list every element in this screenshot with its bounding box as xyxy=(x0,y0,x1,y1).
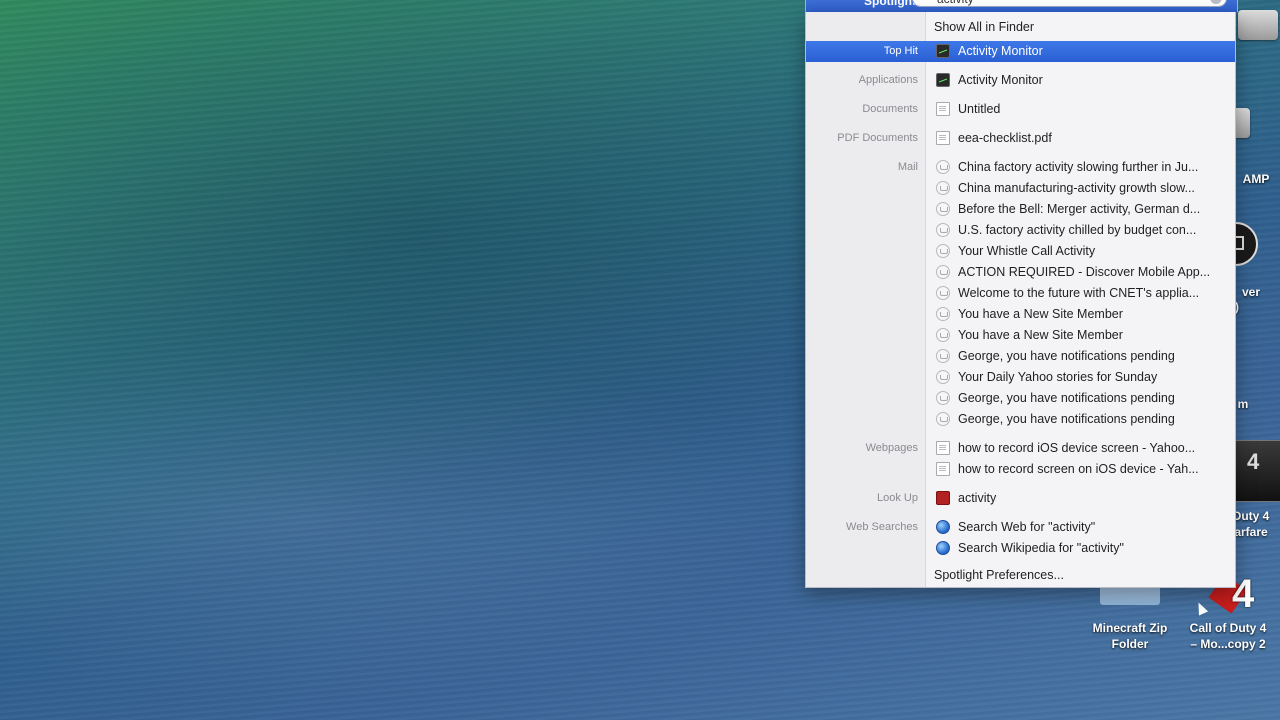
desktop-label-minecraft-2: Folder xyxy=(1111,637,1149,651)
activity-monitor-icon xyxy=(936,73,950,87)
category-top-hit: Top Hit xyxy=(883,45,918,57)
result-mail[interactable]: Welcome to the future with CNET's applia… xyxy=(806,283,1235,304)
result-mail[interactable]: ACTION REQUIRED - Discover Mobile App... xyxy=(806,262,1235,283)
category-documents: Documents xyxy=(862,103,918,115)
result-label: how to record screen on iOS device - Yah… xyxy=(958,462,1199,476)
webpage-icon xyxy=(936,462,950,476)
result-label: Activity Monitor xyxy=(958,44,1043,58)
category-look-up: Look Up xyxy=(877,492,918,504)
result-mail[interactable]: You have a New Site Member xyxy=(806,304,1235,325)
result-label: Before the Bell: Merger activity, German… xyxy=(958,202,1201,216)
desktop-label-cod-copy-1: Call of Duty 4 xyxy=(1189,621,1267,635)
result-mail[interactable]: Your Daily Yahoo stories for Sunday xyxy=(806,367,1235,388)
mail-icon xyxy=(936,160,950,174)
category-applications: Applications xyxy=(858,74,918,86)
mail-icon xyxy=(936,412,950,426)
category-web-searches: Web Searches xyxy=(846,521,918,533)
mail-icon xyxy=(936,370,950,384)
result-mail[interactable]: George, you have notifications pending xyxy=(806,409,1235,430)
pdf-icon xyxy=(936,131,950,145)
mail-icon xyxy=(936,244,950,258)
result-document[interactable]: Documents Untitled xyxy=(806,99,1235,120)
result-mail[interactable]: Your Whistle Call Activity xyxy=(806,241,1235,262)
result-label: Search Wikipedia for "activity" xyxy=(958,541,1124,555)
result-label: ACTION REQUIRED - Discover Mobile App... xyxy=(958,265,1211,279)
result-mail[interactable]: You have a New Site Member xyxy=(806,325,1235,346)
result-lookup[interactable]: Look Up activity xyxy=(806,488,1235,509)
show-all-label: Show All in Finder xyxy=(934,20,1035,34)
result-label: Activity Monitor xyxy=(958,73,1043,87)
preferences-label: Spotlight Preferences... xyxy=(934,568,1064,582)
result-mail[interactable]: George, you have notifications pending xyxy=(806,388,1235,409)
result-label: Search Web for "activity" xyxy=(958,520,1096,534)
result-webpage[interactable]: Webpages how to record iOS device screen… xyxy=(806,438,1235,459)
result-mail[interactable]: Before the Bell: Merger activity, German… xyxy=(806,199,1235,220)
category-webpages: Webpages xyxy=(865,442,918,454)
category-mail: Mail xyxy=(897,161,918,173)
category-pdf-documents: PDF Documents xyxy=(837,132,918,144)
mail-icon xyxy=(936,181,950,195)
mouse-cursor-icon xyxy=(1193,600,1209,616)
globe-icon xyxy=(936,520,950,534)
result-label: Your Daily Yahoo stories for Sunday xyxy=(958,370,1158,384)
result-webpage[interactable]: how to record screen on iOS device - Yah… xyxy=(806,459,1235,480)
spotlight-query: activity xyxy=(937,0,974,6)
result-mail[interactable]: Mail China factory activity slowing furt… xyxy=(806,157,1235,178)
result-label: China manufacturing-activity growth slow… xyxy=(958,181,1195,195)
mail-icon xyxy=(936,286,950,300)
result-mail[interactable]: George, you have notifications pending xyxy=(806,346,1235,367)
show-all-in-finder[interactable]: Show All in Finder xyxy=(806,17,1235,38)
mail-icon xyxy=(936,349,950,363)
document-icon xyxy=(936,102,950,116)
result-label: Welcome to the future with CNET's applia… xyxy=(958,286,1200,300)
result-application[interactable]: Applications Activity Monitor xyxy=(806,70,1235,91)
result-label: how to record iOS device screen - Yahoo.… xyxy=(958,441,1196,455)
result-web-search[interactable]: Search Wikipedia for "activity" xyxy=(806,538,1235,559)
result-mail[interactable]: U.S. factory activity chilled by budget … xyxy=(806,220,1235,241)
activity-monitor-icon xyxy=(936,44,950,58)
dictionary-icon xyxy=(936,491,950,505)
hard-drive-icon[interactable] xyxy=(1238,10,1278,40)
result-label: George, you have notifications pending xyxy=(958,412,1175,426)
desktop-label-server: ver xyxy=(1241,285,1261,299)
desktop-label-m: m xyxy=(1237,397,1249,411)
result-label: George, you have notifications pending xyxy=(958,391,1175,405)
spotlight-header: Spotlight activity xyxy=(805,0,1238,12)
result-web-search[interactable]: Web Searches Search Web for "activity" xyxy=(806,517,1235,538)
result-label: U.S. factory activity chilled by budget … xyxy=(958,223,1197,237)
spotlight-label: Spotlight xyxy=(864,0,916,8)
spotlight-search-field[interactable]: activity xyxy=(912,0,1227,7)
globe-icon xyxy=(936,541,950,555)
result-label: George, you have notifications pending xyxy=(958,349,1175,363)
result-label: Your Whistle Call Activity xyxy=(958,244,1096,258)
mail-icon xyxy=(936,223,950,237)
mail-icon xyxy=(936,391,950,405)
desktop-label-amp: AMP xyxy=(1242,172,1270,186)
spotlight-results-panel: Show All in Finder Top Hit Activity Moni… xyxy=(805,12,1236,588)
result-label: China factory activity slowing further i… xyxy=(958,160,1199,174)
result-label: eea-checklist.pdf xyxy=(958,131,1052,145)
webpage-icon xyxy=(936,441,950,455)
desktop-label-cod-copy-2: – Mo...copy 2 xyxy=(1190,637,1266,651)
mail-icon xyxy=(936,307,950,321)
desktop-label-minecraft-1: Minecraft Zip xyxy=(1092,621,1168,635)
result-label: activity xyxy=(958,491,997,505)
result-mail[interactable]: China manufacturing-activity growth slow… xyxy=(806,178,1235,199)
call-of-duty-icon[interactable]: 4 xyxy=(1232,440,1280,502)
mail-icon xyxy=(936,328,950,342)
result-top-hit[interactable]: Top Hit Activity Monitor xyxy=(806,41,1235,62)
result-pdf[interactable]: PDF Documents eea-checklist.pdf xyxy=(806,128,1235,149)
result-label: Untitled xyxy=(958,102,1001,116)
mail-icon xyxy=(936,202,950,216)
mail-icon xyxy=(936,265,950,279)
result-label: You have a New Site Member xyxy=(958,328,1123,342)
spotlight-preferences[interactable]: Spotlight Preferences... xyxy=(806,565,1235,586)
result-label: You have a New Site Member xyxy=(958,307,1123,321)
clear-search-icon[interactable] xyxy=(1210,0,1222,4)
